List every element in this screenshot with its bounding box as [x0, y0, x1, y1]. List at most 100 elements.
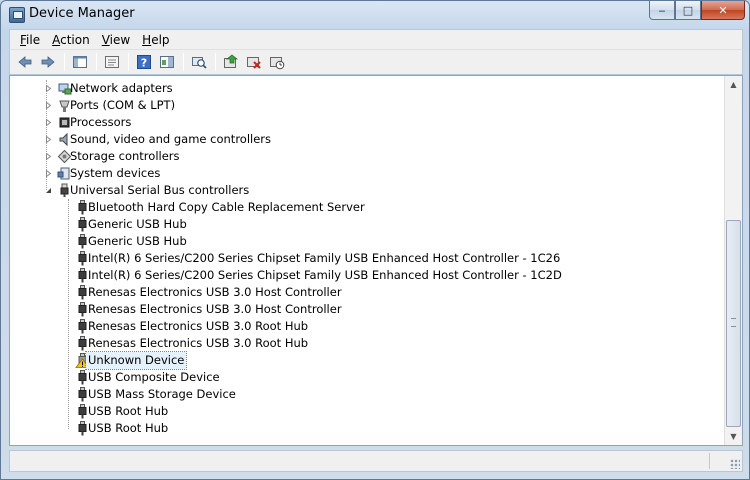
- expand-arrow-icon[interactable]: [45, 102, 52, 109]
- usb-device-row[interactable]: Generic USB Hub: [10, 216, 724, 233]
- properties-button[interactable]: [101, 52, 122, 72]
- device-category-row[interactable]: Ports (COM & LPT): [10, 97, 724, 114]
- close-button[interactable]: ✕: [701, 1, 745, 20]
- scroll-up-button[interactable]: ▲: [725, 76, 742, 93]
- menu-view[interactable]: View: [96, 33, 136, 47]
- disable-button[interactable]: [266, 52, 287, 72]
- unknown-device-row[interactable]: Unknown Device: [10, 351, 724, 370]
- scan-hardware-button[interactable]: [188, 52, 209, 72]
- toolbar-separator: [128, 53, 129, 71]
- disable-icon: [269, 57, 284, 70]
- device-category-label: Ports (COM & LPT): [70, 98, 176, 112]
- usb-device-label: USB Root Hub: [88, 404, 169, 418]
- usb-device-row[interactable]: Generic USB Hub: [10, 233, 724, 250]
- usb-device-label: USB Mass Storage Device: [88, 387, 236, 401]
- resize-grip[interactable]: [730, 459, 740, 469]
- usb-device-row[interactable]: Renesas Electronics USB 3.0 Host Control…: [10, 301, 724, 318]
- usb-device-row[interactable]: USB Root Hub: [10, 403, 724, 420]
- menu-help[interactable]: Help: [136, 33, 175, 47]
- device-tree-pane[interactable]: Network adapters Ports (COM & LPT) Process…: [9, 75, 743, 446]
- usb-device-row[interactable]: USB Mass Storage Device: [10, 386, 724, 403]
- forward-button[interactable]: [37, 52, 58, 72]
- scroll-up-icon: ▲: [730, 80, 737, 89]
- device-manager-window: Device Manager ‒ □ ✕ File Action View He…: [0, 0, 750, 480]
- usb-device-label: Renesas Electronics USB 3.0 Root Hub: [88, 319, 309, 333]
- expand-arrow-icon[interactable]: [45, 85, 52, 92]
- menu-help-label: elp: [151, 32, 170, 47]
- expand-arrow-icon[interactable]: [45, 136, 52, 143]
- collapse-arrow-icon[interactable]: [45, 187, 52, 194]
- device-category-label: System devices: [70, 166, 161, 180]
- caption-buttons: ‒ □ ✕: [649, 1, 745, 21]
- help-button[interactable]: ?: [133, 52, 154, 72]
- close-icon: ✕: [718, 3, 728, 17]
- status-segment: [10, 453, 710, 469]
- expand-arrow-icon[interactable]: [45, 119, 52, 126]
- window-title: Device Manager: [29, 6, 135, 21]
- menu-view-label: iew: [109, 32, 131, 47]
- usb-device-row[interactable]: Renesas Electronics USB 3.0 Root Hub: [10, 318, 724, 335]
- usb-device-row[interactable]: Renesas Electronics USB 3.0 Root Hub: [10, 335, 724, 352]
- show-hide-console-tree-button[interactable]: [69, 52, 90, 72]
- help-icon: ?: [136, 55, 151, 70]
- usb-device-row[interactable]: Renesas Electronics USB 3.0 Host Control…: [10, 284, 724, 301]
- device-category-label: Universal Serial Bus controllers: [70, 183, 250, 197]
- title-bar[interactable]: Device Manager ‒ □ ✕: [1, 1, 749, 29]
- menu-file-label: ile: [26, 32, 41, 47]
- vertical-scrollbar[interactable]: ▲ ▼: [724, 76, 742, 445]
- update-driver-icon: [223, 54, 238, 68]
- menu-help-accel: H: [142, 32, 152, 47]
- device-category-label: Processors: [70, 115, 132, 129]
- usb-device-label: Bluetooth Hard Copy Cable Replacement Se…: [88, 200, 365, 214]
- usb-device-label: Intel(R) 6 Series/C200 Series Chipset Fa…: [88, 251, 561, 265]
- properties-icon: [104, 56, 119, 68]
- device-category-row[interactable]: Storage controllers: [10, 148, 724, 165]
- update-driver-button[interactable]: [220, 52, 241, 72]
- toolbar-separator: [64, 53, 65, 71]
- toolbar-separator: [215, 53, 216, 71]
- back-button[interactable]: [14, 52, 35, 72]
- back-icon: [17, 56, 31, 68]
- expand-arrow-icon[interactable]: [45, 153, 52, 160]
- status-bar: [9, 450, 743, 472]
- usb-device-label: Renesas Electronics USB 3.0 Root Hub: [88, 336, 309, 350]
- device-category-row[interactable]: System devices: [10, 165, 724, 182]
- usb-device-label: USB Composite Device: [88, 370, 220, 384]
- device-category-row[interactable]: Processors: [10, 114, 724, 131]
- usb-device-row[interactable]: USB Composite Device: [10, 369, 724, 386]
- action-pane-button[interactable]: [156, 52, 177, 72]
- device-category-label: Network adapters: [70, 81, 173, 95]
- svg-text:?: ?: [140, 57, 146, 70]
- show-hide-console-tree-icon: [72, 56, 87, 68]
- menu-action[interactable]: Action: [46, 33, 96, 47]
- toolbar: ?: [9, 49, 743, 75]
- menu-action-accel: A: [52, 32, 61, 47]
- usb-device-row[interactable]: Bluetooth Hard Copy Cable Replacement Se…: [10, 199, 724, 216]
- device-category-row[interactable]: Network adapters: [10, 80, 724, 97]
- usb-device-label: Unknown Device: [84, 351, 188, 370]
- usb-device-row[interactable]: USB Root Hub: [10, 420, 724, 437]
- minimize-button[interactable]: ‒: [649, 1, 675, 20]
- scan-hardware-icon: [191, 57, 207, 69]
- usb-device-row[interactable]: Intel(R) 6 Series/C200 Series Chipset Fa…: [10, 267, 724, 284]
- device-category-row[interactable]: Sound, video and game controllers: [10, 131, 724, 148]
- device-manager-icon: [9, 7, 25, 23]
- usb-device-label: Generic USB Hub: [88, 217, 187, 231]
- minimize-icon: ‒: [658, 3, 666, 17]
- device-category-row[interactable]: Universal Serial Bus controllers: [10, 182, 724, 199]
- scroll-down-button[interactable]: ▼: [725, 428, 742, 445]
- scrollbar-thumb[interactable]: [726, 220, 741, 427]
- menu-file[interactable]: File: [14, 33, 46, 47]
- uninstall-icon: [246, 57, 261, 69]
- usb-device-label: Intel(R) 6 Series/C200 Series Chipset Fa…: [88, 268, 562, 282]
- menu-action-label: ction: [60, 32, 90, 47]
- menu-bar: File Action View Help: [9, 29, 743, 49]
- usb-device-label: Generic USB Hub: [88, 234, 187, 248]
- toolbar-separator: [96, 53, 97, 71]
- usb-device-label: Renesas Electronics USB 3.0 Host Control…: [88, 285, 342, 299]
- uninstall-button[interactable]: [243, 52, 264, 72]
- expand-arrow-icon[interactable]: [45, 170, 52, 177]
- device-category-label: Sound, video and game controllers: [70, 132, 272, 146]
- maximize-button[interactable]: □: [675, 1, 701, 20]
- usb-device-row[interactable]: Intel(R) 6 Series/C200 Series Chipset Fa…: [10, 250, 724, 267]
